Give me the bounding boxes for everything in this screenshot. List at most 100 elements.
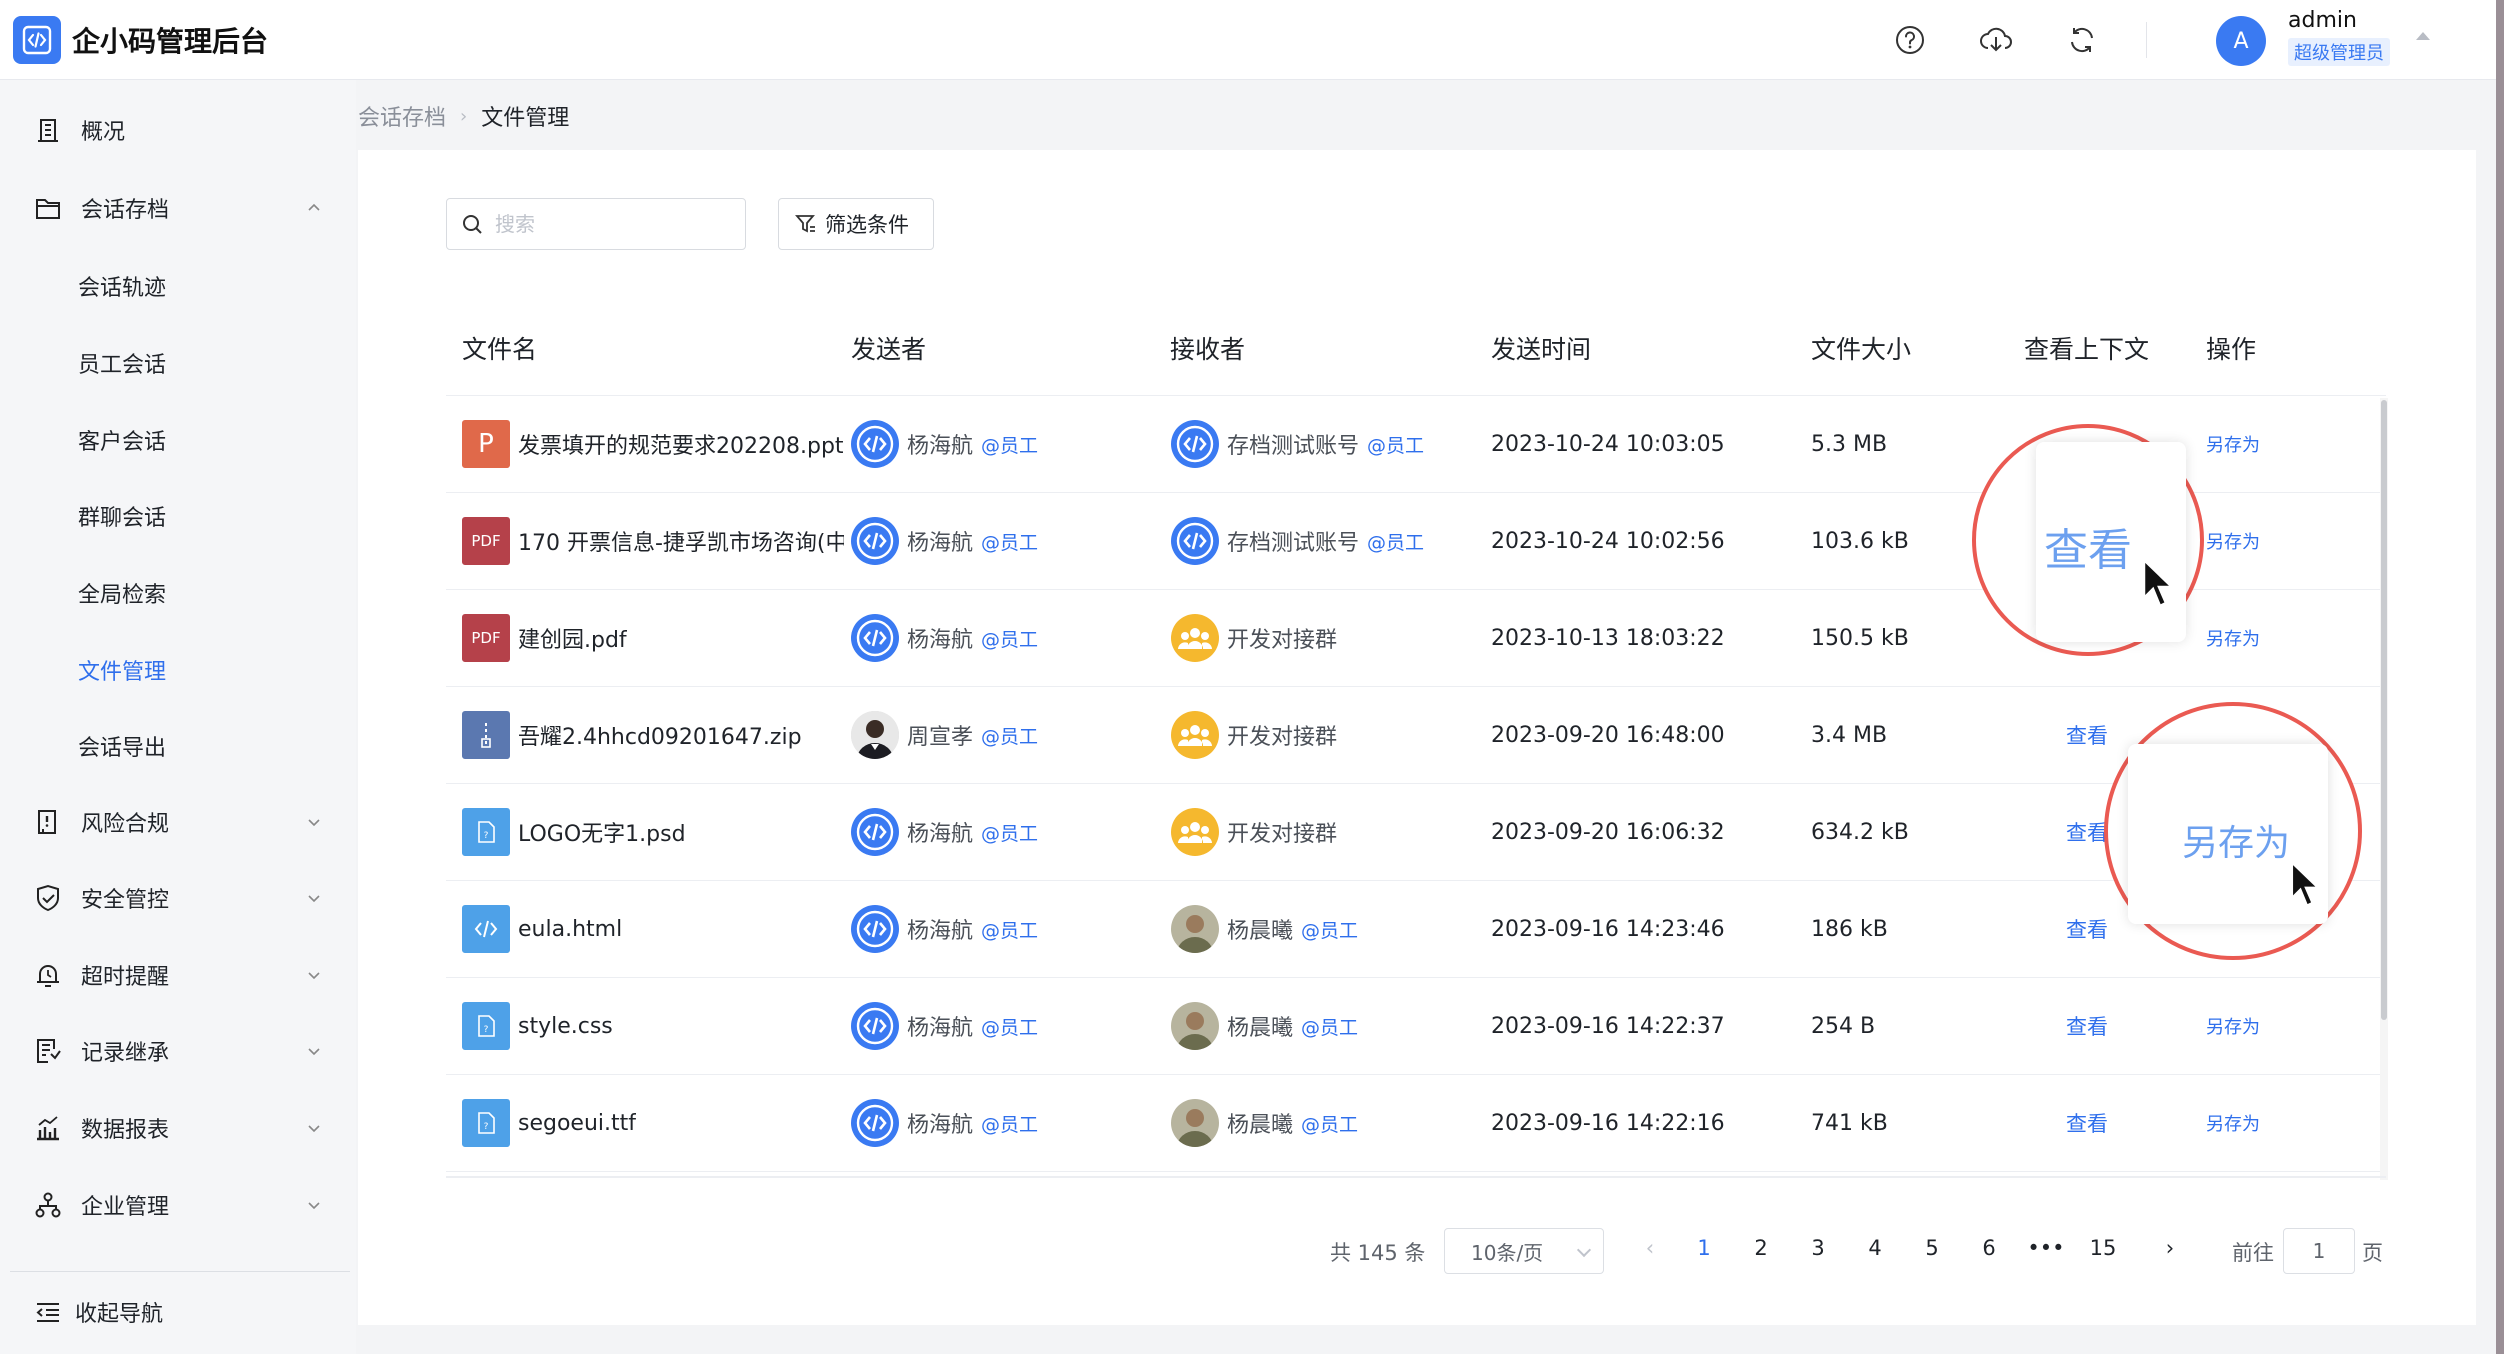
file-name-cell: eula.html bbox=[462, 881, 844, 977]
sidebar-item-data-report[interactable]: 数据报表 bbox=[0, 1100, 356, 1156]
receiver-name: 杨晨曦 bbox=[1227, 919, 1294, 944]
goto-page-input[interactable] bbox=[2283, 1228, 2355, 1274]
prev-page-button[interactable]: ‹ bbox=[1630, 1236, 1670, 1260]
sender-name: 杨海航 bbox=[907, 628, 974, 653]
save-as-link[interactable]: 另存为 bbox=[2206, 590, 2306, 686]
sidebar-item-risk-compliance[interactable]: 风险合规 bbox=[0, 794, 356, 850]
receiver-cell: 开发对接群 bbox=[1171, 590, 1481, 686]
chevron-down-icon bbox=[308, 895, 320, 903]
sender-cell: 杨海航 @员工 bbox=[851, 978, 1161, 1074]
file-size-cell: 186 kB bbox=[1811, 916, 1888, 942]
sidebar-sub-item-global-search[interactable]: 全局检索 bbox=[0, 565, 356, 621]
page-number-button[interactable]: 3 bbox=[1798, 1236, 1838, 1260]
sidebar-item-enterprise[interactable]: 企业管理 bbox=[0, 1177, 356, 1233]
page-ellipsis[interactable]: ••• bbox=[2026, 1236, 2066, 1260]
send-time-cell: 2023-10-24 10:02:56 bbox=[1491, 528, 1725, 554]
sidebar-item-label: 会话存档 bbox=[81, 198, 170, 223]
help-icon[interactable] bbox=[1892, 22, 1928, 58]
save-as-link[interactable]: 另存为 bbox=[2206, 396, 2306, 492]
table-row[interactable]: ? LOGO无字1.psd 杨海航 @员工 开发对接群 2023-09-20 16:06:… bbox=[446, 784, 2386, 881]
sidebar-item-record-inherit[interactable]: 记录继承 bbox=[0, 1023, 356, 1079]
collapse-nav-button[interactable]: 收起导航 bbox=[0, 1284, 356, 1340]
send-time-cell: 2023-09-20 16:06:32 bbox=[1491, 819, 1725, 845]
sidebar-item-label: 企业管理 bbox=[81, 1195, 170, 1220]
employee-tag: @员工 bbox=[981, 434, 1039, 457]
brand-avatar-icon bbox=[851, 517, 899, 565]
page-number-button[interactable]: 6 bbox=[1969, 1236, 2009, 1260]
file-name[interactable]: eula.html bbox=[518, 917, 622, 942]
sidebar-sub-item-employee-chat[interactable]: 员工会话 bbox=[0, 335, 356, 391]
cloud-download-icon[interactable] bbox=[1978, 22, 2014, 58]
sidebar-sub-item-file-management[interactable]: 文件管理 bbox=[0, 642, 356, 698]
file-name[interactable]: 发票填开的规范要求202208.pptx bbox=[518, 428, 844, 460]
column-header-send-time: 发送时间 bbox=[1491, 335, 1592, 364]
user-name[interactable]: admin bbox=[2288, 8, 2357, 33]
sidebar-sub-item-customer-chat[interactable]: 客户会话 bbox=[0, 412, 356, 468]
user-avatar[interactable]: A bbox=[2216, 16, 2266, 66]
table-row[interactable]: 吾耀2.4hhcd09201647.zip 周宣孝 @员工 开发对接群 2023-09-… bbox=[446, 687, 2386, 784]
table-row[interactable]: eula.html 杨海航 @员工 杨晨曦 @员工 2023-09-16 14:23:46… bbox=[446, 881, 2386, 978]
search-field[interactable] bbox=[446, 198, 746, 250]
top-header: 企小码管理后台 A admin 超级管理员 bbox=[0, 0, 2496, 80]
file-name[interactable]: LOGO无字1.psd bbox=[518, 816, 686, 848]
breadcrumb-parent[interactable]: 会话存档 bbox=[358, 100, 446, 132]
shield-check-icon bbox=[33, 883, 63, 913]
file-name-cell: ? segoeui.ttf bbox=[462, 1075, 844, 1171]
chevron-down-icon bbox=[308, 1125, 320, 1133]
sidebar-sub-item-chat-export[interactable]: 会话导出 bbox=[0, 718, 356, 774]
filter-button-label: 筛选条件 bbox=[825, 213, 909, 237]
page-number-button[interactable]: 4 bbox=[1855, 1236, 1895, 1260]
sidebar-item-timeout-reminder[interactable]: 超时提醒 bbox=[0, 947, 356, 1003]
file-size-cell: 103.6 kB bbox=[1811, 528, 1909, 554]
file-name[interactable]: 吾耀2.4hhcd09201647.zip bbox=[518, 719, 802, 751]
file-name[interactable]: 建创园.pdf bbox=[518, 622, 627, 654]
employee-tag: @员工 bbox=[981, 919, 1039, 942]
save-as-link[interactable]: 另存为 bbox=[2206, 1075, 2306, 1171]
sidebar-item-label: 超时提醒 bbox=[81, 965, 170, 990]
save-as-callout-label[interactable]: 另存为 bbox=[2182, 814, 2290, 866]
sidebar-sub-item-trace[interactable]: 会话轨迹 bbox=[0, 258, 356, 314]
file-name[interactable]: 170 开票信息-捷孚凯市场咨询(中国) bbox=[518, 525, 844, 557]
sub-item-label: 会话轨迹 bbox=[78, 276, 167, 301]
view-context-link[interactable]: 查看 bbox=[2066, 1075, 2166, 1171]
view-context-link[interactable]: 查看 bbox=[2066, 978, 2166, 1074]
filter-button[interactable]: 筛选条件 bbox=[778, 198, 934, 250]
file-name[interactable]: segoeui.ttf bbox=[518, 1111, 636, 1136]
view-callout-ring: 查看 bbox=[1972, 424, 2204, 656]
view-callout-label[interactable]: 查看 bbox=[2044, 514, 2132, 578]
org-tree-icon bbox=[33, 1190, 63, 1220]
page-number-button[interactable]: 15 bbox=[2083, 1236, 2123, 1260]
brand-avatar-icon bbox=[851, 614, 899, 662]
page-number-button[interactable]: 5 bbox=[1912, 1236, 1952, 1260]
save-as-link[interactable]: 另存为 bbox=[2206, 493, 2306, 589]
receiver-name: 开发对接群 bbox=[1227, 628, 1338, 653]
file-name[interactable]: style.css bbox=[518, 1014, 613, 1039]
breadcrumb-separator-icon: › bbox=[460, 105, 468, 127]
sidebar-item-chat-archive[interactable]: 会话存档 bbox=[0, 180, 356, 236]
table-row[interactable]: ? style.css 杨海航 @员工 杨晨曦 @员工 2023-09-16 14:22:3… bbox=[446, 978, 2386, 1075]
sender-cell: 周宣孝 @员工 bbox=[851, 687, 1161, 783]
group-avatar-icon bbox=[1171, 614, 1219, 662]
user-photo-avatar bbox=[1171, 1099, 1219, 1147]
user-menu-caret-icon[interactable] bbox=[2416, 32, 2430, 40]
save-as-link[interactable]: 另存为 bbox=[2206, 978, 2306, 1074]
user-photo-avatar bbox=[1171, 905, 1219, 953]
file-name-cell: ? LOGO无字1.psd bbox=[462, 784, 844, 880]
refresh-icon[interactable] bbox=[2064, 22, 2100, 58]
page-number-button[interactable]: 1 bbox=[1684, 1236, 1724, 1260]
sidebar-sub-item-group-chat[interactable]: 群聊会话 bbox=[0, 488, 356, 544]
sidebar-item-security[interactable]: 安全管控 bbox=[0, 870, 356, 926]
column-header-actions: 操作 bbox=[2206, 335, 2257, 364]
page-size-value: 10条/页 bbox=[1471, 1240, 1544, 1265]
page-number-button[interactable]: 2 bbox=[1741, 1236, 1781, 1260]
brand-avatar-icon bbox=[851, 905, 899, 953]
page-size-select[interactable]: 10条/页 bbox=[1444, 1228, 1604, 1274]
table-scrollbar-thumb[interactable] bbox=[2381, 400, 2387, 1020]
next-page-button[interactable]: › bbox=[2150, 1236, 2190, 1260]
sidebar-item-overview[interactable]: 概况 bbox=[0, 102, 356, 158]
table-row[interactable]: ? segoeui.ttf 杨海航 @员工 杨晨曦 @员工 2023-09-16 14:22… bbox=[446, 1075, 2386, 1172]
column-header-receiver: 接收者 bbox=[1170, 335, 1246, 364]
svg-text:?: ? bbox=[484, 1025, 489, 1035]
search-input[interactable] bbox=[495, 209, 735, 239]
app-title: 企小码管理后台 bbox=[72, 25, 269, 58]
